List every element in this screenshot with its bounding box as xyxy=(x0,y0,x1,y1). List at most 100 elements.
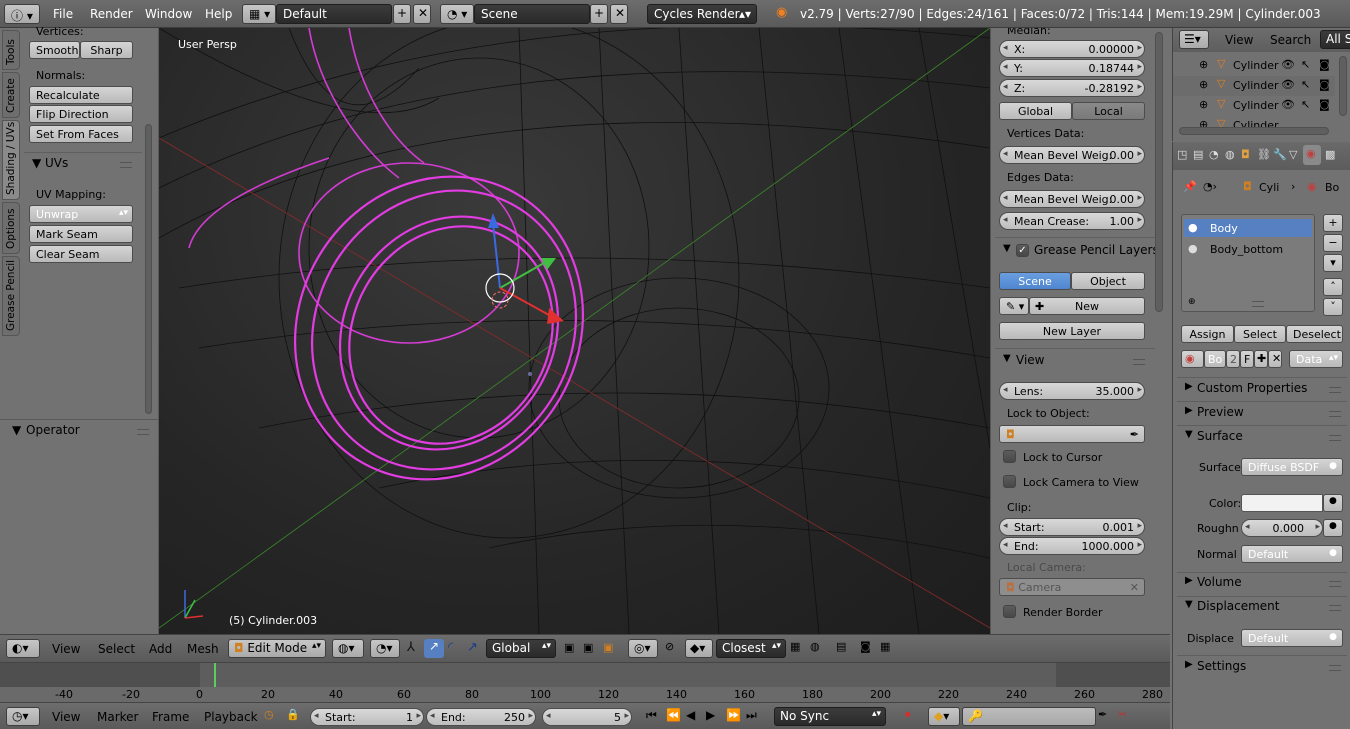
add-screen-icon[interactable]: + xyxy=(393,4,411,24)
outliner-row[interactable]: ⊕ ▽ Cylinder 👁 ↖ ◙ xyxy=(1173,76,1335,96)
deselect-button[interactable]: Deselect xyxy=(1286,325,1343,343)
clear-camera-icon[interactable]: ✕ xyxy=(1130,581,1139,594)
magnet-snap-icon[interactable]: ⊘ xyxy=(665,640,674,653)
expand-icon[interactable]: ⊕ xyxy=(1199,58,1208,71)
sync-mode-select[interactable]: No Sync ▴▾ xyxy=(774,707,886,726)
unlink-material-icon[interactable]: ✕ xyxy=(1268,350,1282,368)
translate-manipulator-icon[interactable]: ↗ xyxy=(424,639,444,658)
proportional-edit-icon[interactable]: ◎▾ xyxy=(628,639,658,658)
camera-render-icon[interactable]: ◙ xyxy=(1319,98,1330,111)
select-menu[interactable]: Select xyxy=(98,642,135,656)
lock-camera-checkbox[interactable] xyxy=(1003,475,1016,488)
end-frame-field[interactable]: End: 250 xyxy=(426,708,536,726)
volume-expand-icon[interactable]: ▶ xyxy=(1185,575,1193,586)
displacement-collapse-icon[interactable]: ▼ xyxy=(1185,599,1193,610)
info-editor-type[interactable]: ⓘ ▾ xyxy=(4,4,40,24)
settings-header[interactable]: Settings xyxy=(1197,659,1246,673)
unwrap-menu[interactable]: Unwrap ▴▾ xyxy=(29,205,133,223)
displace-select[interactable]: Default ● xyxy=(1241,629,1343,647)
smooth-button[interactable]: Smooth xyxy=(29,41,80,59)
display-mode-select[interactable]: All Sc xyxy=(1320,30,1350,49)
global-toggle[interactable]: Global xyxy=(999,102,1072,120)
screen-layout-icon[interactable]: ▦ ▾ xyxy=(242,4,276,24)
material-slot[interactable]: ● Body_bottom xyxy=(1184,240,1312,258)
vertex-select-icon[interactable]: ▣ xyxy=(564,641,574,654)
render-preview-icon[interactable]: ▤ xyxy=(836,640,846,653)
prev-keyframe-icon[interactable]: ⏪ xyxy=(666,708,681,722)
outliner-v-scrollbar[interactable] xyxy=(1339,56,1347,116)
outliner-h-scrollbar[interactable] xyxy=(1179,127,1329,135)
drag-grip-icon[interactable] xyxy=(1329,387,1341,393)
editor-type-icon[interactable]: ◐▾ xyxy=(6,639,40,658)
outliner-editor-type[interactable]: ☰▾ xyxy=(1179,30,1209,49)
gp-enable-checkbox[interactable]: ✓ xyxy=(1016,244,1029,257)
gp-object-toggle[interactable]: Object xyxy=(1071,272,1145,290)
drag-grip-icon[interactable] xyxy=(1329,581,1341,587)
operator-header[interactable]: Operator xyxy=(26,423,80,437)
keying-icon[interactable]: ◆▾ xyxy=(928,707,960,726)
keying-set-field[interactable]: 🔑 xyxy=(962,707,1096,726)
lock-range-icon[interactable]: 🔒 xyxy=(286,708,300,721)
custom-properties-header[interactable]: Custom Properties xyxy=(1197,381,1307,395)
drag-grip-icon[interactable] xyxy=(137,429,149,435)
mode-select[interactable]: ◘ Edit Mode ▴▾ xyxy=(228,639,326,658)
insert-keyframe-icon[interactable]: ✒ xyxy=(1098,708,1107,721)
render-border-checkbox[interactable] xyxy=(1003,605,1016,618)
mark-seam-button[interactable]: Mark Seam xyxy=(29,225,133,243)
drag-grip-icon[interactable] xyxy=(1133,359,1145,365)
timeline-editor-type-icon[interactable]: ◷▾ xyxy=(6,707,40,726)
custom-props-expand-icon[interactable]: ▶ xyxy=(1185,381,1193,392)
volume-header[interactable]: Volume xyxy=(1197,575,1242,589)
rotate-manipulator-icon[interactable]: ◜ xyxy=(448,640,453,655)
roughness-link-icon[interactable]: ● xyxy=(1323,519,1343,537)
drag-grip-icon[interactable] xyxy=(1329,665,1341,671)
snap-target-select[interactable]: Closest ▴▾ xyxy=(716,639,786,658)
cursor-icon[interactable]: ↖ xyxy=(1301,78,1310,91)
local-toggle[interactable]: Local xyxy=(1072,102,1145,120)
marker-menu[interactable]: Marker xyxy=(97,710,138,724)
flip-direction-button[interactable]: Flip Direction xyxy=(29,105,133,123)
users-count[interactable]: 2 xyxy=(1226,350,1240,368)
toolshelf-scrollbar[interactable] xyxy=(145,124,152,414)
lock-to-cursor-checkbox[interactable] xyxy=(1003,450,1016,463)
select-button[interactable]: Select xyxy=(1234,325,1286,343)
play-reverse-icon[interactable]: ◀ xyxy=(686,708,695,722)
mesh-menu[interactable]: Mesh xyxy=(187,642,219,656)
set-from-faces-button[interactable]: Set From Faces xyxy=(29,125,133,143)
fake-user-toggle[interactable]: F xyxy=(1240,350,1254,368)
drag-grip-icon[interactable] xyxy=(1329,411,1341,417)
eyedropper-icon[interactable]: ✒ xyxy=(1130,428,1139,441)
add-menu[interactable]: Add xyxy=(149,642,172,656)
mean-bevel-vertex-field[interactable]: Mean Bevel Weig:0.00 xyxy=(999,146,1145,164)
data-tab-icon[interactable]: ▽ xyxy=(1289,148,1297,161)
tab-create[interactable]: Create xyxy=(2,72,20,118)
3d-viewport[interactable]: User Persp (5) Cylinder.003 xyxy=(159,28,990,634)
viewport-shading-icon[interactable]: ◍▾ xyxy=(332,639,364,658)
menu-help[interactable]: Help xyxy=(205,7,232,21)
jump-end-icon[interactable]: ⏭ xyxy=(746,708,757,723)
next-keyframe-icon[interactable]: ⏩ xyxy=(726,708,741,722)
drag-grip-icon[interactable] xyxy=(1329,605,1341,611)
snap-align-icon[interactable]: ▦ xyxy=(790,640,800,653)
edge-select-icon[interactable]: ▣ xyxy=(583,641,593,654)
pivot-point-icon[interactable]: ◔▾ xyxy=(370,639,400,658)
gp-scene-toggle[interactable]: Scene xyxy=(999,272,1071,290)
pin-icon[interactable]: 📌 xyxy=(1183,180,1197,193)
delete-keyframe-icon[interactable]: ✂ xyxy=(1118,708,1127,721)
move-slot-down-button[interactable]: ˅ xyxy=(1323,298,1343,316)
lock-object-field[interactable]: ◘ ✒ xyxy=(999,425,1145,443)
modifiers-tab-icon[interactable]: 🔧 xyxy=(1273,148,1287,161)
gp-collapse-icon[interactable]: ▼ xyxy=(1003,243,1011,254)
expand-icon[interactable]: ⊕ xyxy=(1199,98,1208,111)
gp-new-button[interactable]: ✚ New xyxy=(1029,297,1145,315)
camera-render-icon[interactable]: ◙ xyxy=(1319,58,1330,71)
expand-icon[interactable]: ⊕ xyxy=(1199,78,1208,91)
screen-layout-field[interactable]: Default xyxy=(276,4,392,24)
record-icon[interactable]: ⏺ xyxy=(905,708,911,722)
remove-scene-icon[interactable]: ✕ xyxy=(610,4,628,24)
gp-datablock-icon[interactable]: ✎ ▾ xyxy=(999,297,1029,315)
material-browse-icon[interactable]: ◉ xyxy=(1181,350,1204,368)
scene-tab-icon[interactable]: ◔ xyxy=(1209,148,1219,161)
outliner-row[interactable]: ⊕ ▽ Cylinder 👁 ↖ ◙ xyxy=(1173,56,1335,76)
render-tab-icon[interactable]: ◳ xyxy=(1177,148,1187,161)
